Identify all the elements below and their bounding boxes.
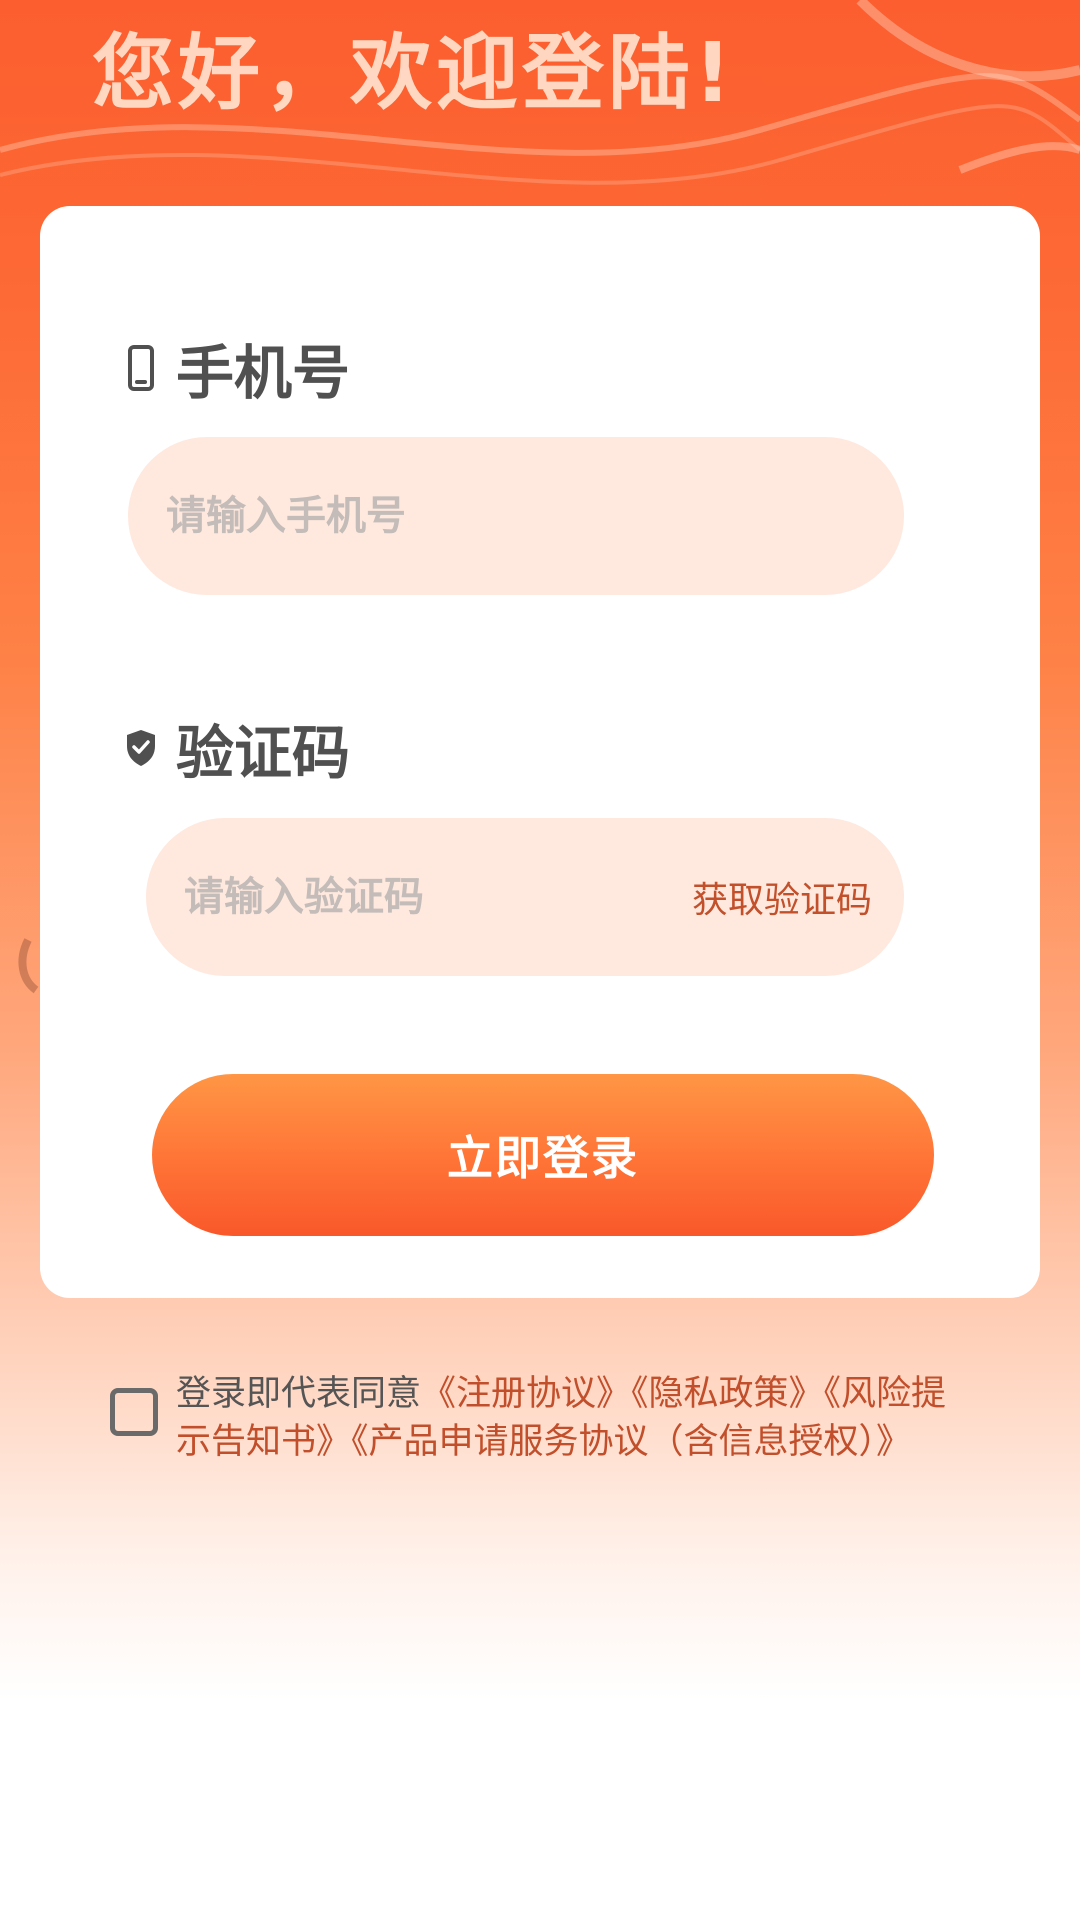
login-button[interactable]: 立即登录 — [152, 1074, 934, 1236]
shield-check-icon — [124, 722, 158, 774]
login-card: 手机号 验证码 获取验证码 立即登录 — [40, 206, 1040, 1298]
agreement-prefix: 登录即代表同意 — [176, 1374, 422, 1414]
link-register-agreement[interactable]: 《注册协议》 — [421, 1374, 631, 1414]
mobile-phone-icon — [124, 342, 158, 394]
code-input[interactable] — [184, 874, 664, 920]
agreement-section: 登录即代表同意《注册协议》《隐私政策》《风险提示告知书》《产品申请服务协议（含信… — [110, 1370, 950, 1466]
get-code-button[interactable]: 获取验证码 — [692, 871, 872, 923]
link-privacy-policy[interactable]: 《隐私政策》 — [631, 1374, 824, 1414]
code-input-container[interactable]: 获取验证码 — [146, 818, 904, 976]
code-label-text: 验证码 — [176, 719, 351, 787]
phone-input-container[interactable] — [128, 437, 904, 595]
welcome-title: 您好，欢迎登陆! — [92, 26, 736, 121]
agreement-text: 登录即代表同意《注册协议》《隐私政策》《风险提示告知书》《产品申请服务协议（含信… — [176, 1370, 950, 1466]
link-product-service-agreement[interactable]: 《产品申请服务协议（含信息授权）》 — [351, 1422, 911, 1462]
phone-label-text: 手机号 — [176, 339, 351, 407]
phone-input[interactable] — [166, 493, 646, 539]
agreement-checkbox[interactable] — [110, 1388, 158, 1436]
code-label: 验证码 — [124, 706, 350, 790]
phone-label: 手机号 — [124, 326, 350, 410]
